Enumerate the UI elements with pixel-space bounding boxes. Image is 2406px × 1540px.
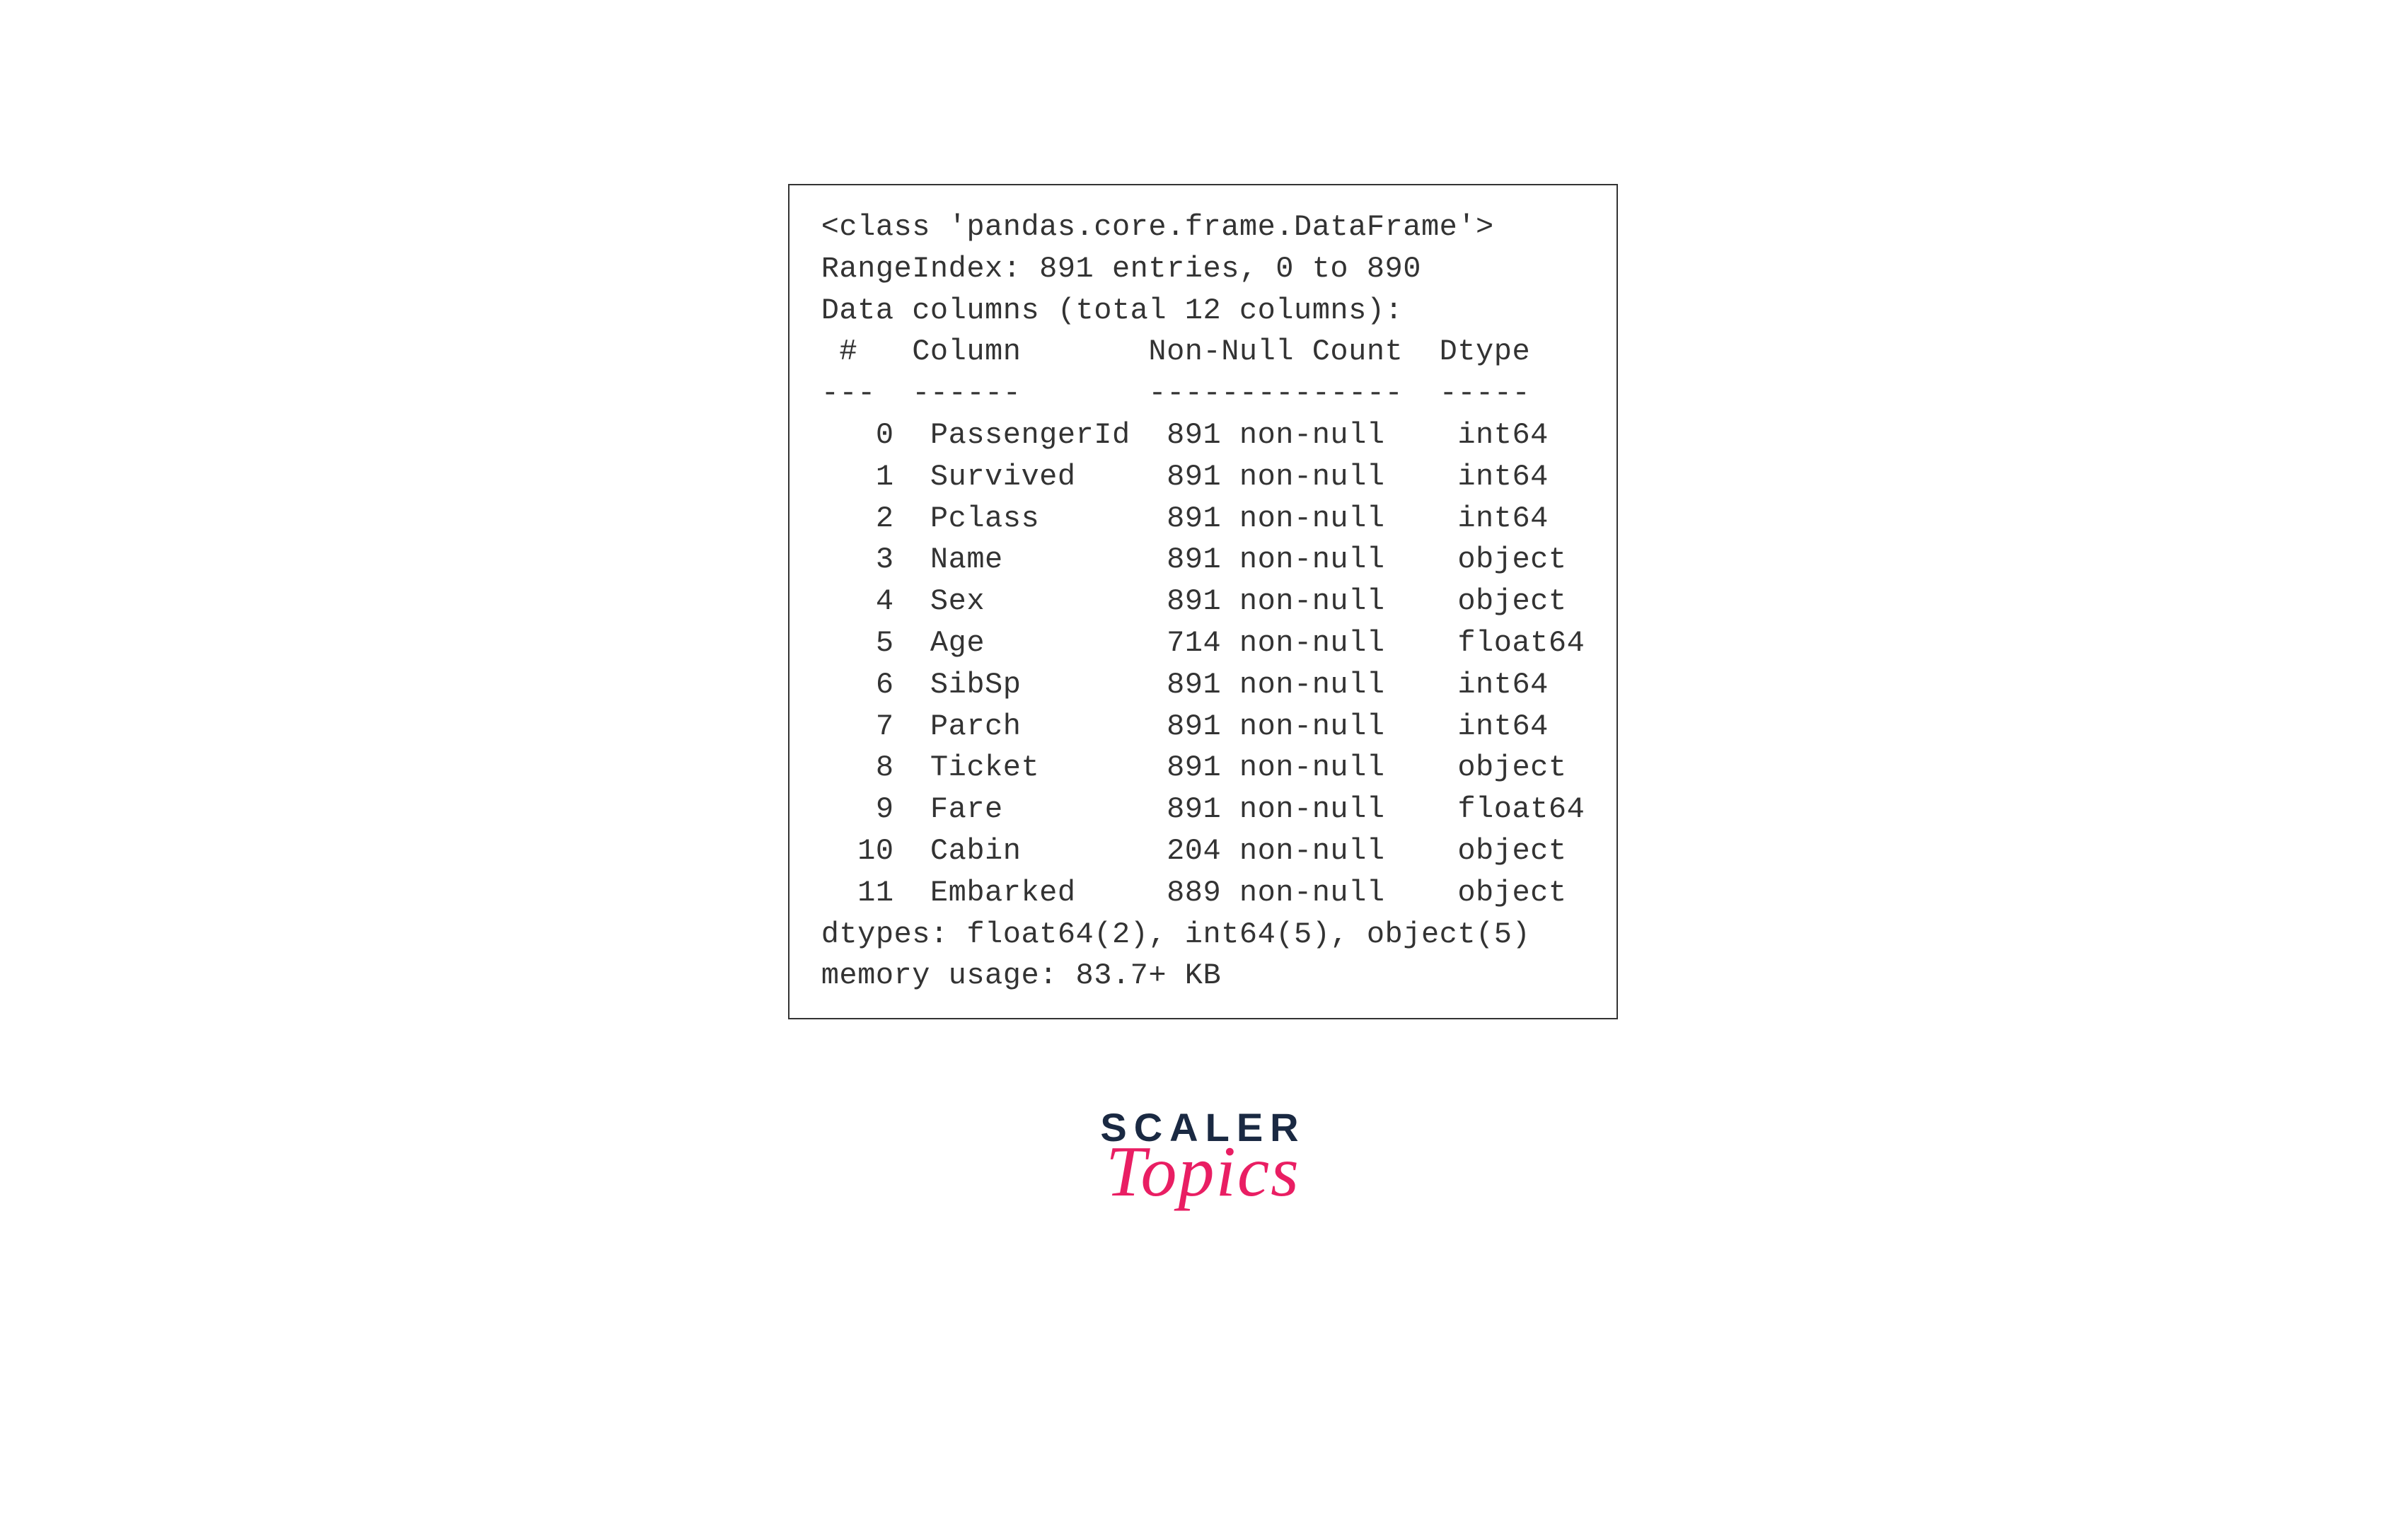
scaler-topics-logo: SCALER Topics: [1100, 1104, 1305, 1213]
column-rows: 0 PassengerId 891 non-null int64 1 Survi…: [821, 418, 1585, 910]
data-columns-header: Data columns (total 12 columns):: [821, 294, 1404, 328]
separator-row: --- ------ -------------- -----: [821, 376, 1567, 410]
class-line: <class 'pandas.core.frame.DataFrame'>: [821, 210, 1494, 244]
memory-usage: memory usage: 83.7+ KB: [821, 959, 1222, 992]
header-row: # Column Non-Null Count Dtype: [821, 335, 1567, 369]
logo-topics-text: Topics: [1106, 1130, 1300, 1213]
dtypes-summary: dtypes: float64(2), int64(5), object(5): [821, 917, 1530, 951]
dataframe-info-output: <class 'pandas.core.frame.DataFrame'> Ra…: [788, 184, 1619, 1019]
range-index-line: RangeIndex: 891 entries, 0 to 890: [821, 252, 1421, 286]
